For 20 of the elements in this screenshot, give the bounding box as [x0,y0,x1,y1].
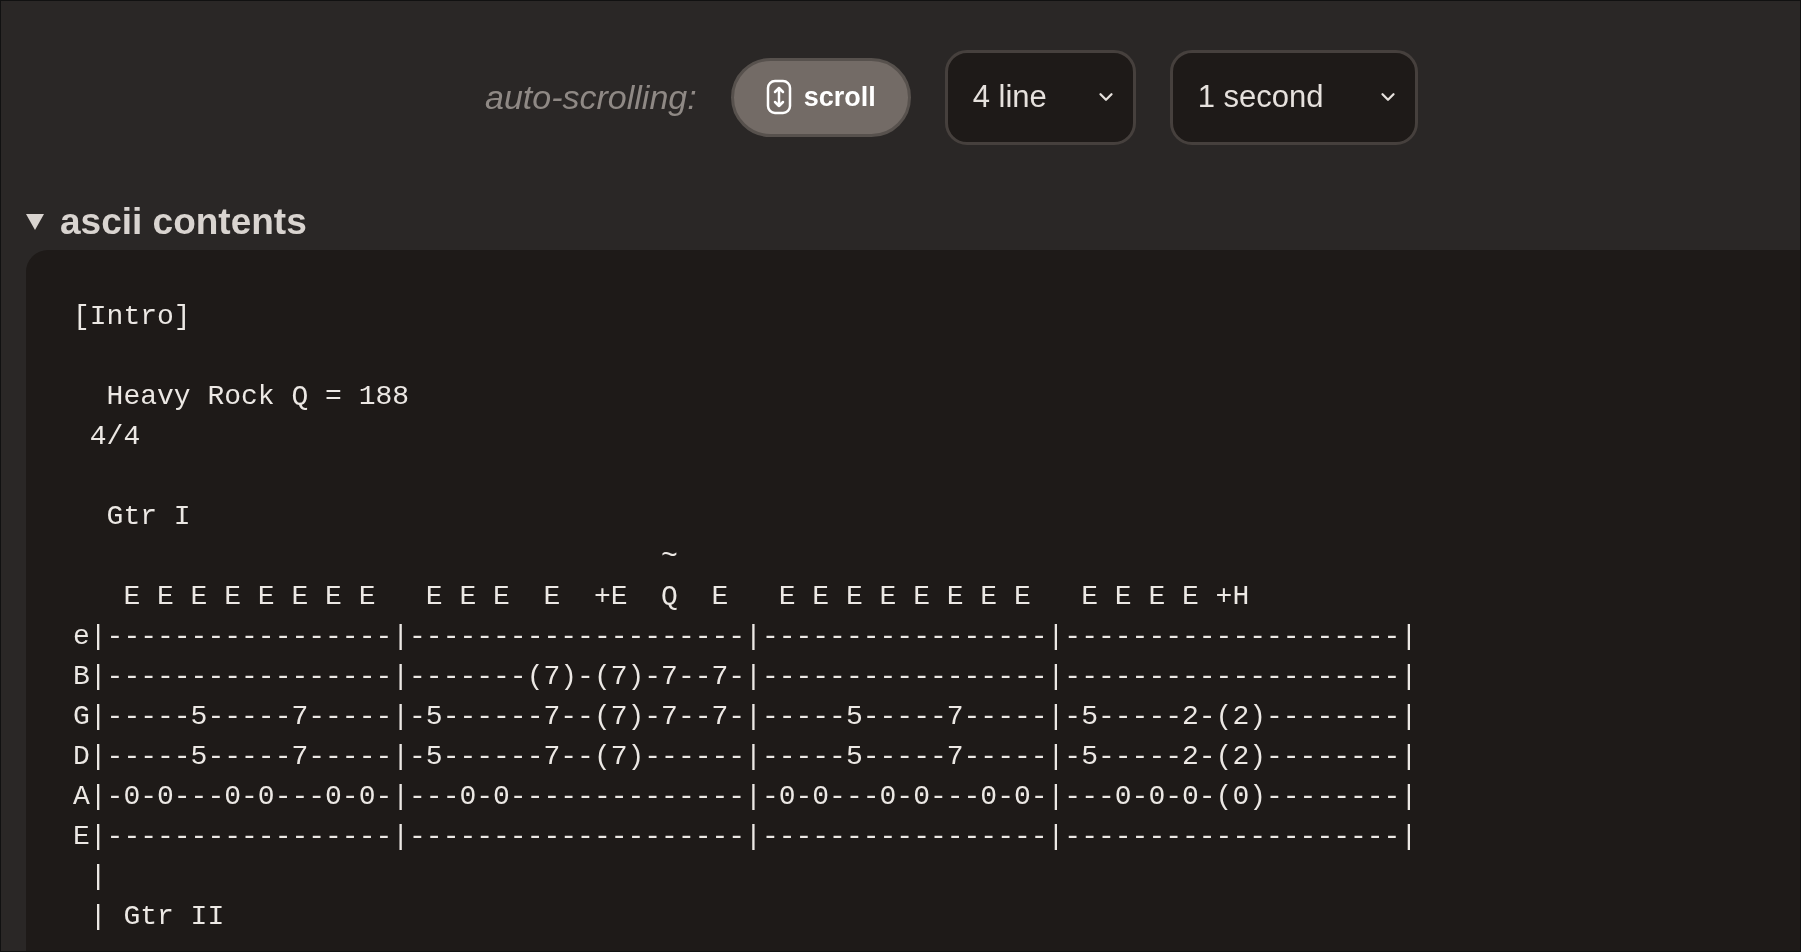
scroll-icon [765,79,792,115]
section-toggle[interactable]: ascii contents [1,193,1800,250]
tab-line: | [88,860,107,894]
tab-line: G|-----5-----7-----|-5------7--(7)-7--7-|-----5-----7-----|-5-----2-(2)--------| [73,700,1418,734]
tab-line: E E E E E E E E E E E E +E Q E E E E E E E E E E E E E +H [122,580,1250,614]
auto-scrolling-label: auto-scrolling: [485,76,697,118]
tab-line: Gtr I [105,500,191,534]
tab-line: e|-----------------|--------------------|-----------------|--------------------| [73,620,1418,654]
tab-line: ~ [660,540,678,574]
dropdown-select[interactable]: 1 second [1169,49,1418,145]
tab-line: [Intro] [73,300,191,334]
tab-line: E|-----------------|--------------------|-----------------|--------------------| [73,820,1418,854]
tab-line: B|-----------------|-------(7)-(7)-7--7-|-----------------|--------------------| [73,660,1418,694]
dropdown-select[interactable]: 4 line [944,49,1136,145]
scroll-button[interactable]: scroll [730,57,911,137]
tab-line: | Gtr II [88,900,225,934]
tab-line: Heavy Rock Q = 188 [105,380,410,414]
tab-line: A|-0-0---0-0---0-0-|---0-0--------------|-0-0---0-0---0-0-|---0-0-0-(0)--------| [73,780,1418,814]
tab-line: D|-----5-----7-----|-5------7--(7)------|-----5-----7-----|-5-----2-(2)--------| [73,740,1418,774]
tab-line: 4/4 [88,420,141,454]
